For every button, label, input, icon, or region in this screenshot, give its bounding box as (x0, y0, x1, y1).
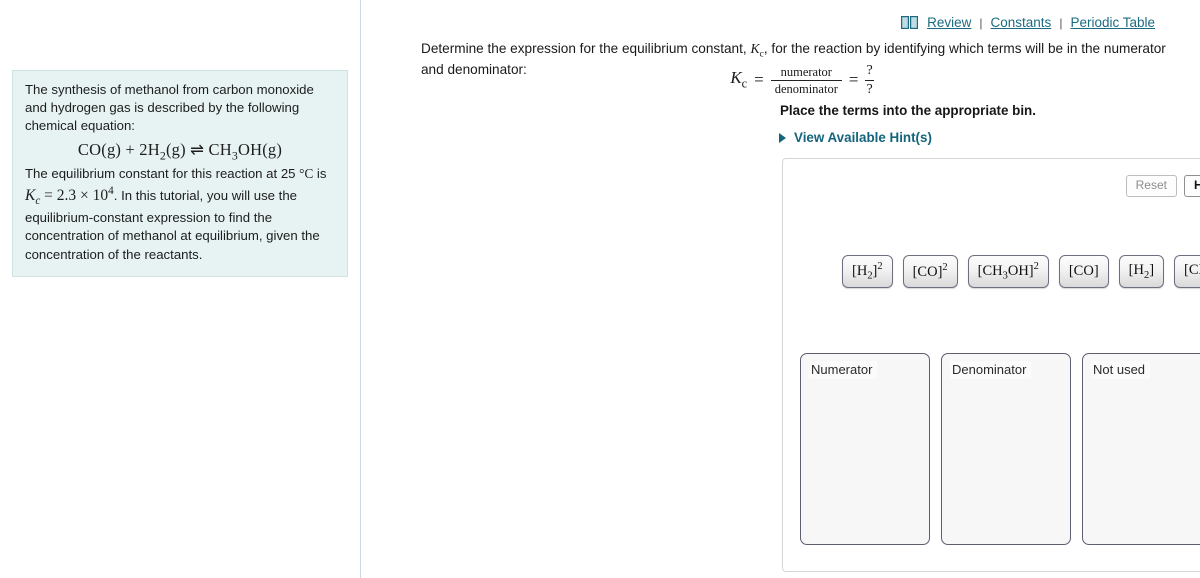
tile-close: OH] (1007, 262, 1034, 279)
tile-ch3oh-squared[interactable]: [CH3OH]2 (967, 255, 1049, 288)
kc-subscript: c (35, 194, 41, 207)
bin-not-used[interactable]: Not used (1082, 353, 1200, 545)
answer-buttons: Reset Help (1125, 175, 1200, 197)
tile-co[interactable]: [CO] (1058, 255, 1109, 288)
view-hints-toggle[interactable]: View Available Hint(s) (779, 130, 932, 145)
formula-equals-2: = (848, 70, 859, 90)
bin-numerator-label: Numerator (809, 361, 878, 379)
review-link[interactable]: Review (927, 15, 971, 30)
tile-h2-squared[interactable]: [H2]2 (842, 255, 893, 288)
question-text-before: Determine the expression for the equilib… (421, 41, 747, 56)
tile-sup: 2 (877, 261, 883, 273)
periodic-table-link[interactable]: Periodic Table (1070, 15, 1155, 30)
equation-reactant-2-state: (g) (165, 139, 186, 159)
view-hints-label: View Available Hint(s) (794, 130, 932, 145)
equation-reactant-1: CO(g) (77, 139, 122, 159)
equilibrium-arrow-icon: ⇌ (190, 139, 205, 159)
intro-paragraph: The synthesis of methanol from carbon mo… (25, 82, 314, 134)
formula-fraction-unknown: ? ? (865, 63, 874, 97)
page-root: The synthesis of methanol from carbon mo… (0, 0, 1200, 578)
kc-base: 10 (92, 186, 109, 204)
formula-numerator-unknown: ? (866, 63, 873, 78)
bin-not-used-label: Not used (1091, 361, 1151, 379)
place-terms-instruction: Place the terms into the appropriate bin… (780, 103, 1036, 118)
term-tile-tray: [H2]2 [CO]2 [CH3OH]2 [CO] [H2] [CH3OH] (842, 255, 1200, 288)
formula-equals-1: = (754, 70, 764, 90)
bin-denominator[interactable]: Denominator (941, 353, 1071, 545)
chemical-equation: CO(g) + 2H2(g) ⇌ CH3OH(g) (25, 139, 335, 164)
constants-link[interactable]: Constants (991, 15, 1052, 30)
tile-base: [H (852, 262, 868, 279)
intro-sentence-2-b: is (316, 166, 327, 182)
kc-inline-expression: Kc = 2.3 × 104 (25, 185, 114, 207)
tile-base: [CO (912, 263, 938, 280)
equation-coefficient: 2 (139, 139, 148, 159)
bins-row: Numerator Denominator Not used (800, 353, 1200, 545)
intro-sentence-2: The equilibrium constant for this reacti… (25, 165, 335, 183)
tile-base: [CH (977, 262, 1003, 279)
formula-denominator-unknown: ? (865, 79, 874, 97)
bin-numerator[interactable]: Numerator (800, 353, 930, 545)
triangle-right-icon (779, 132, 786, 143)
kc-formula-display: Kc = numerator denominator = ? ? (421, 63, 1183, 99)
left-problem-column: The synthesis of methanol from carbon mo… (0, 0, 360, 578)
formula-kc-symbol: K (730, 68, 742, 88)
degree-celsius: °C (299, 166, 314, 182)
bin-denominator-label: Denominator (950, 361, 1032, 379)
formula-numerator-label: numerator (780, 64, 832, 79)
question-kc-symbol: K (750, 41, 760, 56)
intro-panel: The synthesis of methanol from carbon mo… (12, 70, 348, 277)
answer-drag-drop-area: Reset Help [H2]2 [CO]2 [CH3OH]2 [CO] [H2… (782, 158, 1200, 572)
intro-sentence-2-a: The equilibrium constant for this reacti… (25, 166, 296, 182)
right-work-column: Review | Constants | Periodic Table Dete… (361, 0, 1200, 578)
tile-close: ] (1093, 263, 1099, 279)
equation-reactant-2: H (147, 139, 160, 159)
tile-h2[interactable]: [H2] (1118, 255, 1165, 288)
link-separator-2: | (1059, 15, 1063, 30)
tile-sup: 2 (1033, 261, 1039, 273)
tile-ch3oh[interactable]: [CH3OH] (1174, 255, 1200, 288)
equation-plus: + (125, 139, 135, 159)
tile-base: [CH (1184, 262, 1200, 279)
top-links-bar: Review | Constants | Periodic Table (901, 15, 1155, 30)
kc-symbol: K (25, 186, 36, 204)
tile-co-squared[interactable]: [CO]2 (902, 255, 958, 288)
tile-sup: 2 (942, 262, 948, 274)
intro-sentence-3: Kc = 2.3 × 104. In this tutorial, you wi… (25, 184, 335, 264)
equation-product-rest: OH(g) (237, 139, 283, 159)
kc-equals: = (44, 186, 53, 204)
tile-base: [CO (1068, 263, 1094, 279)
kc-value: 2.3 (56, 186, 77, 204)
equation-product: CH (208, 139, 232, 159)
open-book-icon (901, 16, 919, 29)
reset-button[interactable]: Reset (1125, 175, 1177, 197)
formula-fraction-words: numerator denominator (770, 64, 842, 96)
help-button[interactable]: Help (1183, 175, 1200, 197)
formula-denominator-label: denominator (770, 79, 842, 96)
formula-kc-subscript: c (741, 76, 748, 91)
tile-close: ] (1149, 262, 1155, 279)
link-separator-1: | (979, 15, 983, 30)
kc-times: × (80, 186, 89, 204)
tile-base: [H (1128, 262, 1144, 279)
